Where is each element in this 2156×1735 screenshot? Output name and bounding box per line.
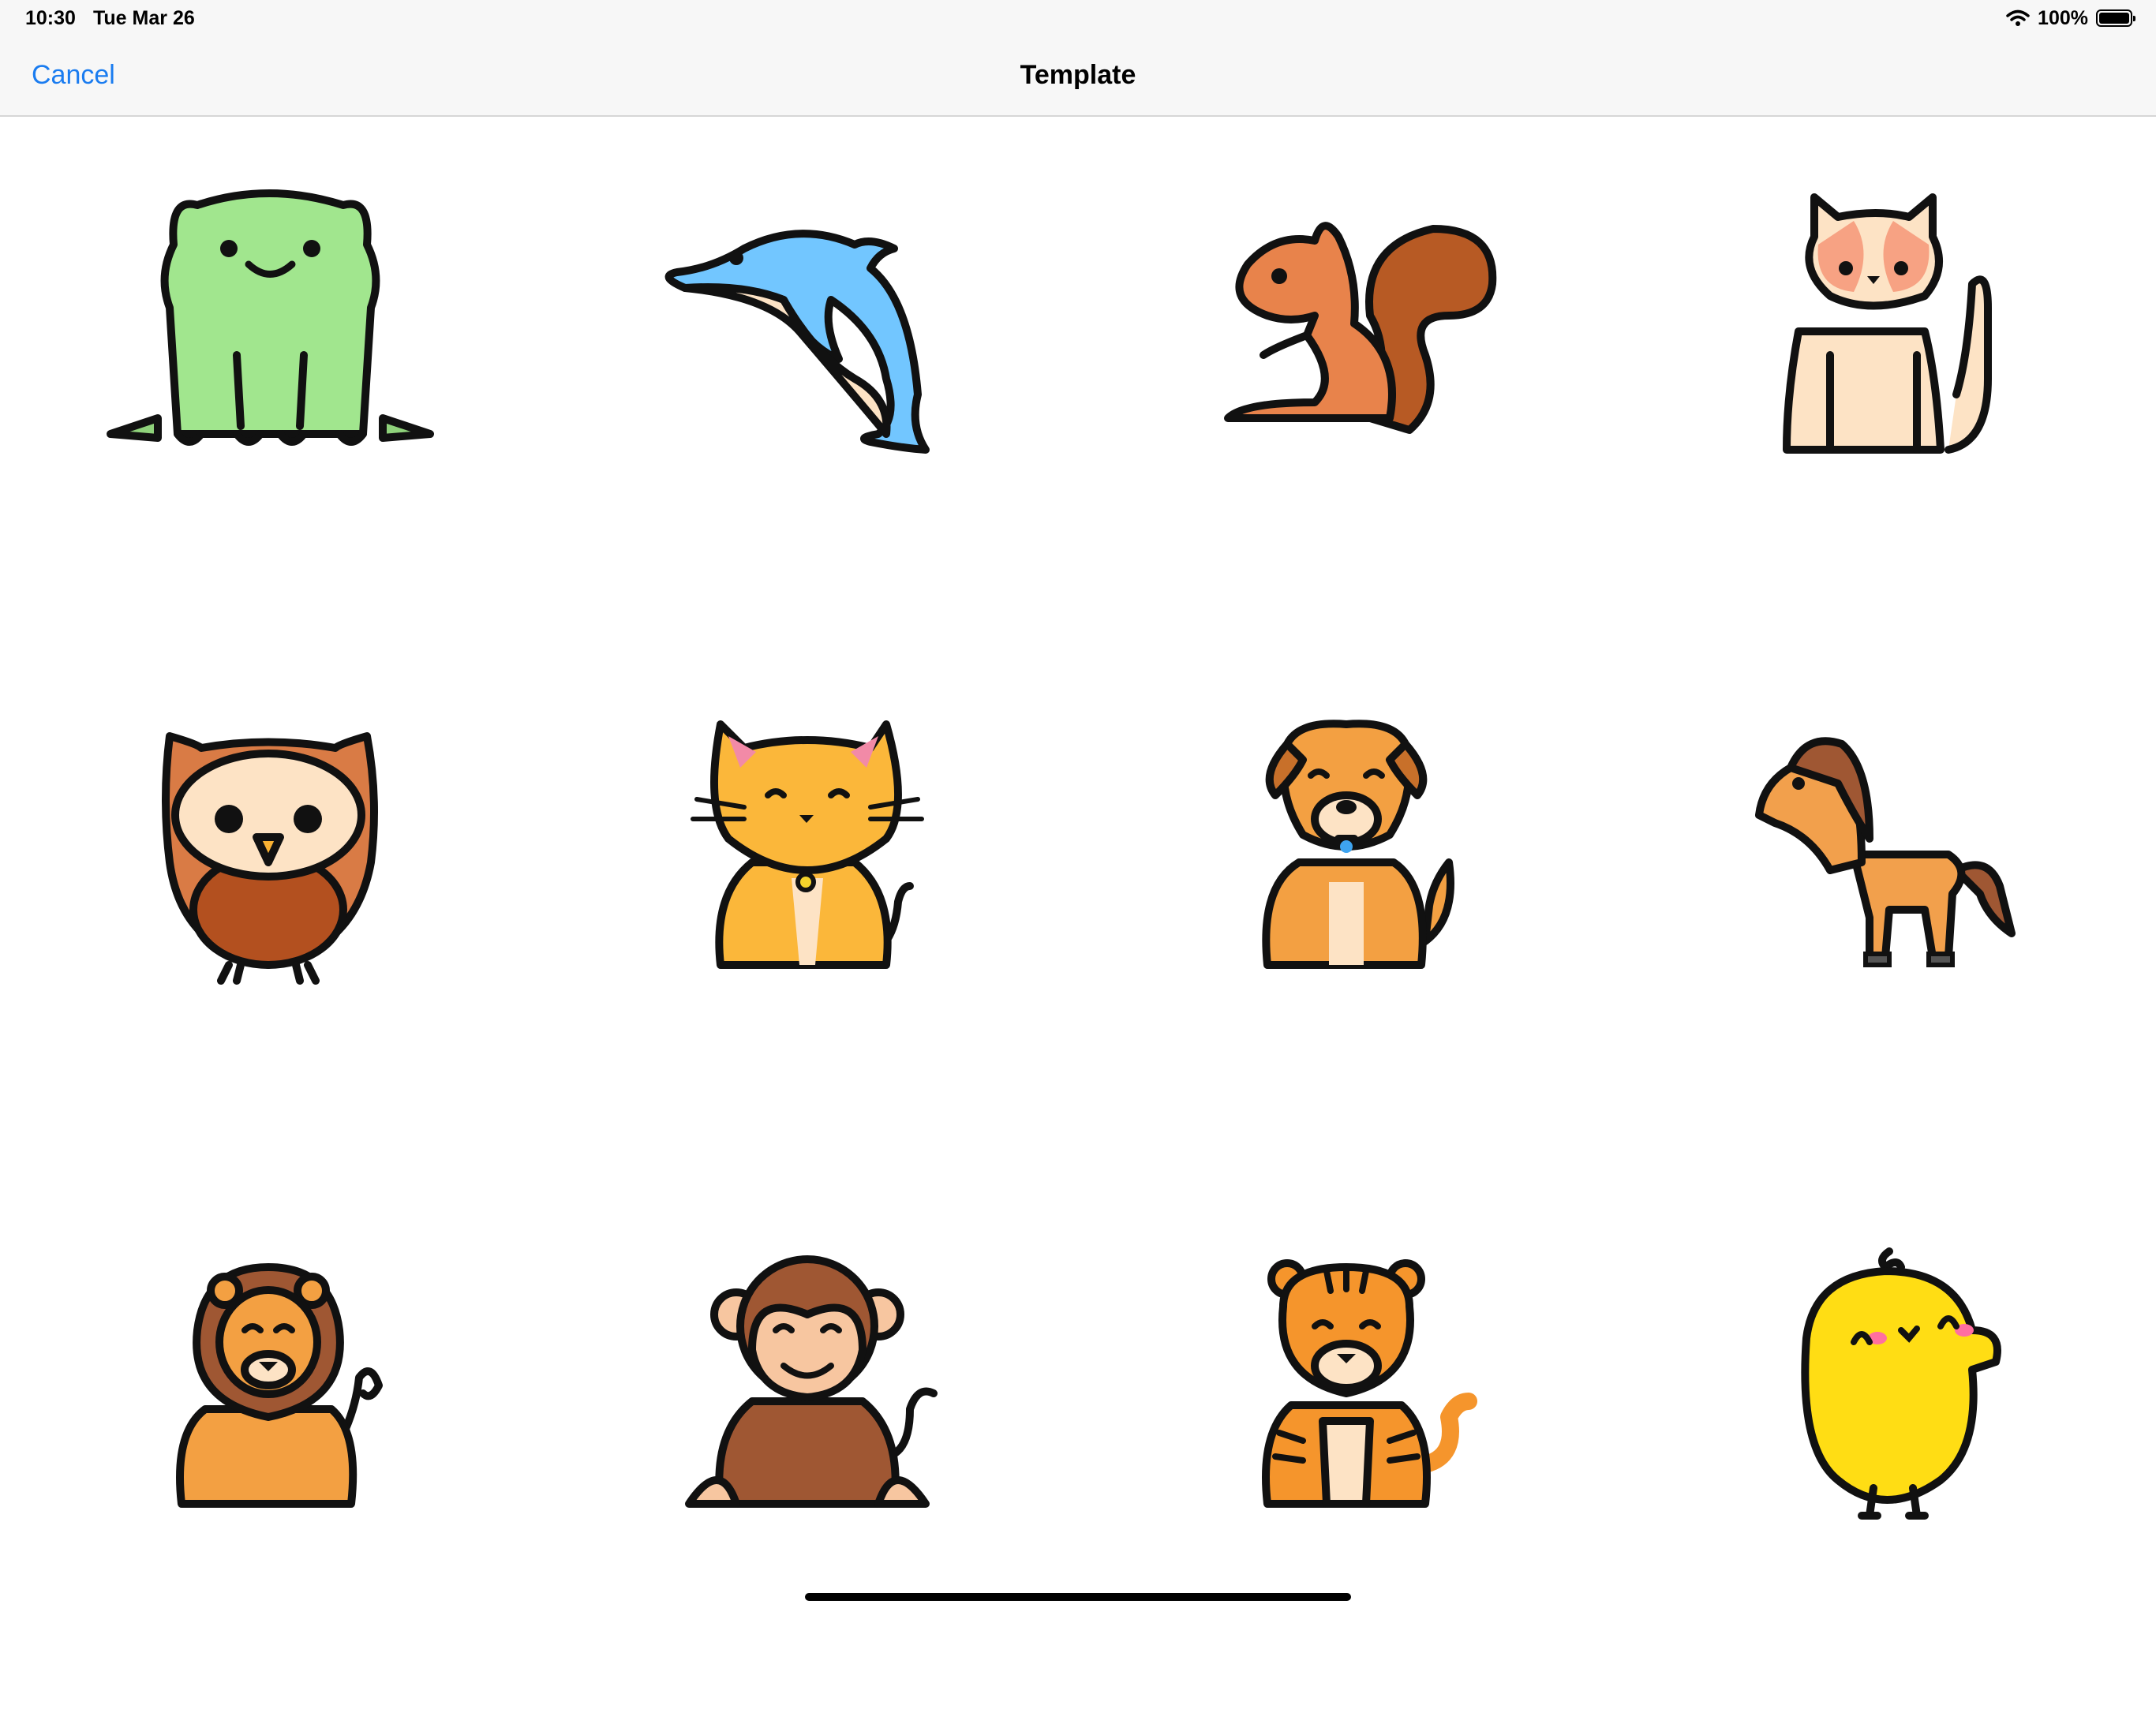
template-grid [0, 118, 2156, 1586]
template-kitten[interactable] [539, 657, 1078, 1196]
horse-icon [1755, 737, 2016, 967]
status-time: 10:30 [25, 7, 76, 29]
template-dolphin[interactable] [539, 118, 1078, 657]
status-indicators: 100% [2006, 6, 2135, 30]
frog-icon [107, 189, 434, 446]
template-cat[interactable] [1617, 118, 2156, 657]
monkey-icon [685, 1255, 938, 1508]
status-bar: 10:30 Tue Mar 26 100% [0, 0, 2156, 36]
template-dog[interactable] [1078, 657, 1617, 1196]
battery-icon [2096, 9, 2135, 27]
template-tiger[interactable] [1078, 1196, 1617, 1735]
template-owl[interactable] [0, 657, 539, 1196]
navigation-bar: Cancel Template [0, 36, 2156, 117]
owl-icon [162, 732, 378, 985]
lion-icon [176, 1263, 383, 1508]
template-frog[interactable] [0, 118, 539, 657]
template-lion[interactable] [0, 1196, 539, 1735]
dog-icon [1262, 720, 1454, 969]
template-chick[interactable] [1617, 1196, 2156, 1735]
dolphin-icon [664, 230, 930, 454]
template-horse[interactable] [1617, 657, 2156, 1196]
battery-percentage: 100% [2038, 6, 2088, 29]
cat-icon [1783, 193, 1992, 454]
kitten-icon [691, 720, 924, 969]
squirrel-icon [1224, 222, 1497, 434]
template-squirrel[interactable] [1078, 118, 1617, 657]
home-indicator[interactable] [805, 1593, 1351, 1601]
tiger-icon [1262, 1259, 1477, 1508]
chick-icon [1801, 1247, 2001, 1520]
template-monkey[interactable] [539, 1196, 1078, 1735]
page-title: Template [1020, 60, 1136, 90]
wifi-icon [2006, 9, 2030, 26]
status-date: Tue Mar 26 [93, 7, 195, 29]
